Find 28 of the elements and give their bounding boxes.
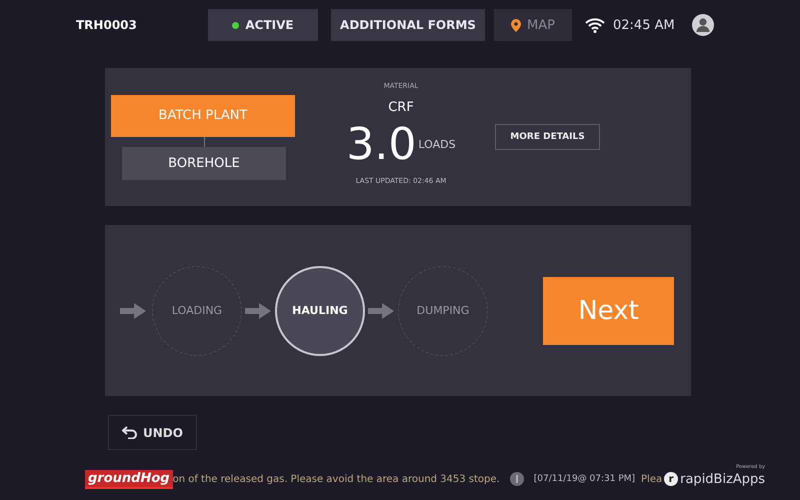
undo-button[interactable]: UNDO xyxy=(108,415,197,450)
pin-icon xyxy=(511,18,522,32)
brand-name: rapidBizApps xyxy=(680,472,766,486)
step-circle[interactable]: DUMPING xyxy=(398,266,488,356)
avatar-icon[interactable] xyxy=(692,14,714,36)
clock-time: 02:45 AM xyxy=(613,18,675,32)
arrow-icon xyxy=(368,302,394,318)
wifi-icon xyxy=(585,18,605,32)
arrow-icon xyxy=(245,302,271,318)
logo: groundHog xyxy=(85,470,173,488)
truck-id: TRH0003 xyxy=(76,18,138,32)
ticker-text: on of the released gas. Please avoid the area around 3453 stope. xyxy=(172,474,500,484)
details-button[interactable]: MORE DETAILS xyxy=(495,124,600,150)
arrow-icon xyxy=(120,302,146,318)
source-button[interactable]: BOREHOLE xyxy=(122,146,286,180)
step-circle[interactable]: HAULING xyxy=(275,266,365,356)
status-button[interactable]: ACTIVE xyxy=(208,9,318,41)
brand-mark: r xyxy=(664,472,678,486)
map-button[interactable]: MAP xyxy=(494,9,572,41)
ticker-timestamp: [07/11/19@ 07:31 PM] xyxy=(534,474,636,484)
info-icon xyxy=(510,472,524,486)
step-circle[interactable]: LOADING xyxy=(152,266,242,356)
undo-icon xyxy=(122,426,138,439)
load-count: 3.0 xyxy=(346,120,416,168)
ticker-text: Plea xyxy=(641,474,662,484)
material-name: CRF xyxy=(388,100,414,114)
forms-button[interactable]: ADDITIONAL FORMS xyxy=(331,9,485,41)
load-unit: LOADS xyxy=(418,138,456,151)
